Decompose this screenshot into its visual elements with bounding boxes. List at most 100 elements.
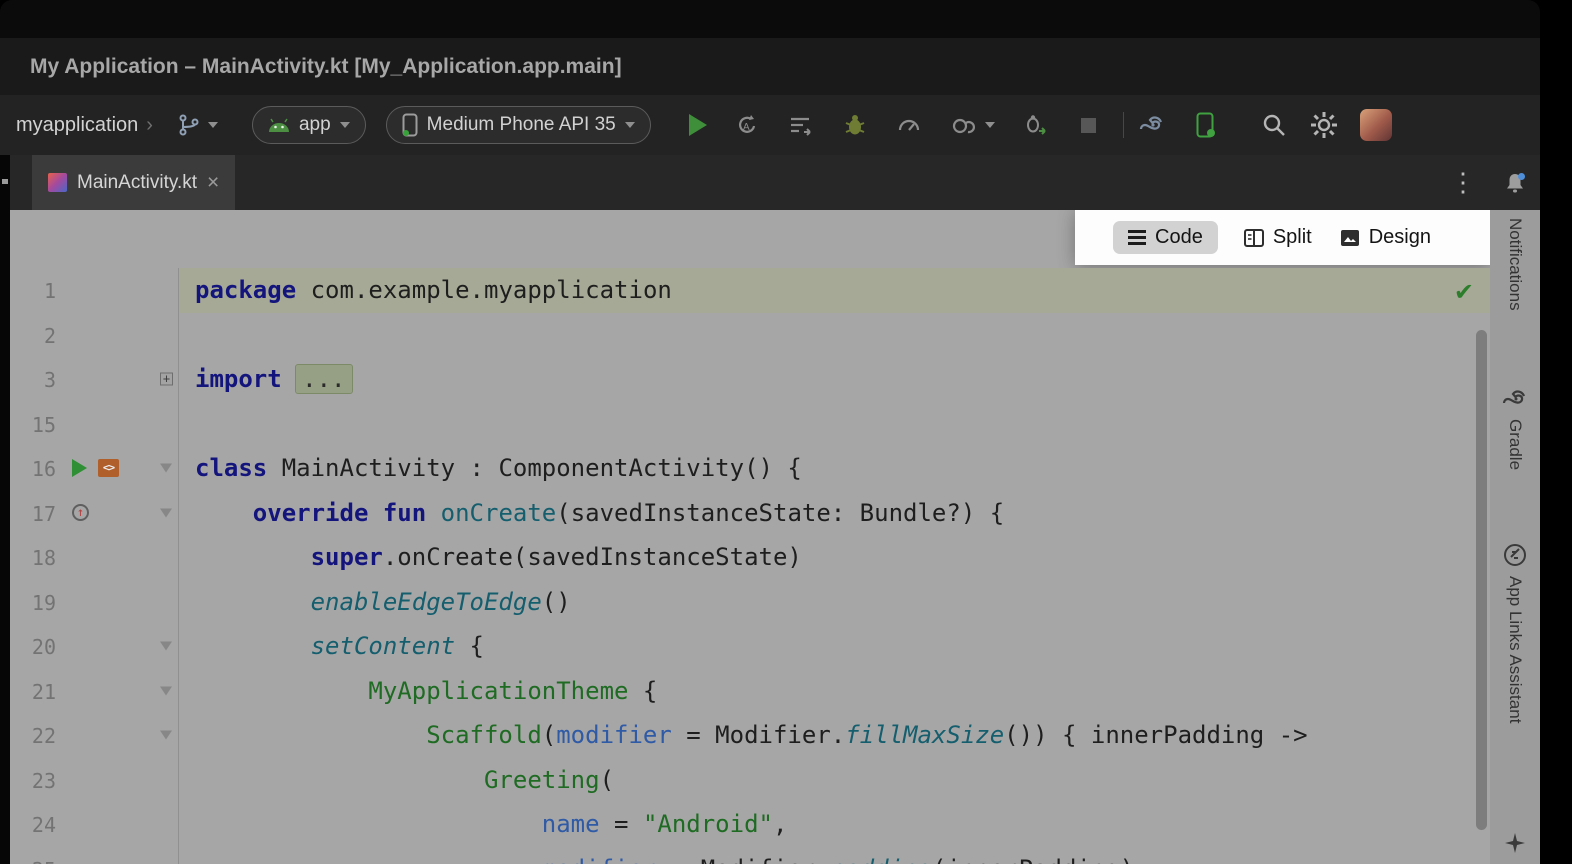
tab-options-kebab-icon[interactable]: ⋮ [1450, 167, 1476, 198]
code-lines[interactable]: 1package com.example.myapplication23impo… [10, 268, 1490, 864]
code-text[interactable]: modifier = Modifier.padding(innerPadding… [178, 847, 1490, 864]
line-number: 15 [10, 403, 56, 448]
line-number: 19 [10, 581, 56, 626]
tab-mainactivity[interactable]: MainActivity.kt × [32, 155, 235, 210]
apply-changes-button[interactable]: A [733, 111, 761, 139]
line-number: 2 [10, 314, 56, 359]
stripe-handle[interactable] [2, 179, 8, 184]
view-mode-split-button[interactable]: Split [1244, 226, 1312, 249]
inspection-status-check-icon[interactable]: ✔ [1454, 278, 1474, 306]
code-line[interactable]: 25 modifier = Modifier.padding(innerPadd… [10, 847, 1490, 864]
code-line[interactable]: 18 super.onCreate(savedInstanceState) [10, 535, 1490, 580]
compose-gutter-icon[interactable] [98, 459, 119, 477]
gutter: 20 [10, 624, 178, 669]
profiler-gauge-icon [896, 112, 922, 138]
code-text[interactable]: Greeting( [178, 758, 1490, 803]
stop-button[interactable] [1075, 111, 1103, 139]
fold-marker-icon[interactable] [160, 686, 172, 695]
code-text[interactable] [178, 313, 1490, 358]
view-mode-design-button[interactable]: Design [1340, 226, 1431, 249]
device-streaming-icon [950, 112, 976, 138]
search-icon [1261, 112, 1287, 138]
split-view-icon [1244, 229, 1264, 247]
code-line[interactable]: 15 [10, 402, 1490, 447]
code-text[interactable]: name = "Android", [178, 802, 1490, 847]
ide-window: My Application – MainActivity.kt [My_App… [0, 0, 1540, 864]
code-text[interactable]: override fun onCreate(savedInstanceState… [178, 491, 1490, 536]
gradle-elephant-icon [1502, 388, 1528, 410]
view-mode-code-button[interactable]: Code [1113, 221, 1218, 254]
editor-scrollbar[interactable] [1476, 330, 1487, 830]
fold-marker-icon[interactable] [160, 642, 172, 651]
fold-marker-icon[interactable] [160, 373, 173, 386]
code-editor[interactable]: Code Split Design 1package com.exampl [10, 210, 1490, 864]
code-text[interactable]: class MainActivity : ComponentActivity()… [178, 446, 1490, 491]
code-line[interactable]: 22 Scaffold(modifier = Modifier.fillMaxS… [10, 713, 1490, 758]
code-text[interactable]: import ... [178, 357, 1490, 402]
device-manager-button[interactable] [1192, 111, 1220, 139]
code-text[interactable]: MyApplicationTheme { [178, 669, 1490, 714]
vcs-widget[interactable] [177, 113, 218, 137]
apply-code-changes-icon [788, 112, 814, 138]
override-gutter-icon[interactable] [72, 504, 89, 521]
debug-button[interactable] [841, 111, 869, 139]
code-line[interactable]: 2 [10, 313, 1490, 358]
toolbar-divider [1123, 112, 1124, 138]
profiler-button[interactable] [895, 111, 923, 139]
title-bar: My Application – MainActivity.kt [My_App… [0, 38, 1540, 95]
code-line[interactable]: 21 MyApplicationTheme { [10, 669, 1490, 714]
sync-gradle-button[interactable] [1138, 111, 1166, 139]
apply-code-changes-button[interactable] [787, 111, 815, 139]
gutter: 17 [10, 491, 178, 536]
notifications-label: Notifications [1505, 218, 1525, 311]
gutter: 23 [10, 758, 178, 803]
sidebar-item-notifications[interactable]: Notifications [1490, 218, 1540, 311]
run-configuration-label: app [299, 114, 331, 136]
notifications-corner[interactable] [1490, 155, 1540, 210]
gutter: 25 [10, 847, 178, 864]
gradle-sync-icon [1138, 113, 1166, 137]
code-text[interactable] [178, 402, 1490, 447]
code-line[interactable]: 24 name = "Android", [10, 802, 1490, 847]
code-line[interactable]: 20 setContent { [10, 624, 1490, 669]
chevron-down-icon[interactable] [985, 122, 995, 128]
project-widget[interactable]: myapplication [16, 114, 138, 137]
user-avatar[interactable] [1360, 109, 1392, 141]
code-line[interactable]: 17 override fun onCreate(savedInstanceSt… [10, 491, 1490, 536]
sidebar-item-ai-assistant[interactable] [1490, 832, 1540, 854]
fold-marker-icon[interactable] [160, 731, 172, 740]
code-line[interactable]: 23 Greeting( [10, 758, 1490, 803]
code-text[interactable]: package com.example.myapplication [178, 268, 1490, 313]
kotlin-file-icon [48, 173, 67, 192]
line-number: 1 [10, 269, 56, 314]
code-text[interactable]: super.onCreate(savedInstanceState) [178, 535, 1490, 580]
gutter: 15 [10, 402, 178, 447]
code-line[interactable]: 19 enableEdgeToEdge() [10, 580, 1490, 625]
profiler-options-button[interactable] [949, 111, 977, 139]
code-line[interactable]: 16class MainActivity : ComponentActivity… [10, 446, 1490, 491]
attach-debugger-button[interactable] [1021, 111, 1049, 139]
close-tab-icon[interactable]: × [207, 171, 219, 195]
breadcrumb-chevron: › [146, 114, 153, 137]
code-text[interactable]: enableEdgeToEdge() [178, 580, 1490, 625]
gutter: 24 [10, 802, 178, 847]
run-gutter-icon[interactable] [72, 459, 87, 477]
settings-button[interactable] [1310, 111, 1338, 139]
run-configuration-selector[interactable]: app [252, 106, 366, 144]
search-button[interactable] [1260, 111, 1288, 139]
line-number: 22 [10, 714, 56, 759]
fold-marker-icon[interactable] [160, 508, 172, 517]
run-button[interactable] [689, 114, 707, 136]
fold-marker-icon[interactable] [160, 464, 172, 473]
notifications-bell-icon [1503, 171, 1527, 195]
line-number: 21 [10, 670, 56, 715]
device-selector[interactable]: Medium Phone API 35 [386, 106, 651, 144]
sidebar-item-app-links-assistant[interactable]: App Links Assistant [1490, 543, 1540, 723]
code-text[interactable]: setContent { [178, 624, 1490, 669]
sidebar-item-gradle[interactable]: Gradle [1490, 388, 1540, 470]
gutter: 16 [10, 446, 178, 491]
code-line[interactable]: 1 package com.example.myapplication [10, 268, 1490, 313]
gutter: 18 [10, 535, 178, 580]
code-text[interactable]: Scaffold(modifier = Modifier.fillMaxSize… [178, 713, 1490, 758]
code-line[interactable]: 3import ... [10, 357, 1490, 402]
